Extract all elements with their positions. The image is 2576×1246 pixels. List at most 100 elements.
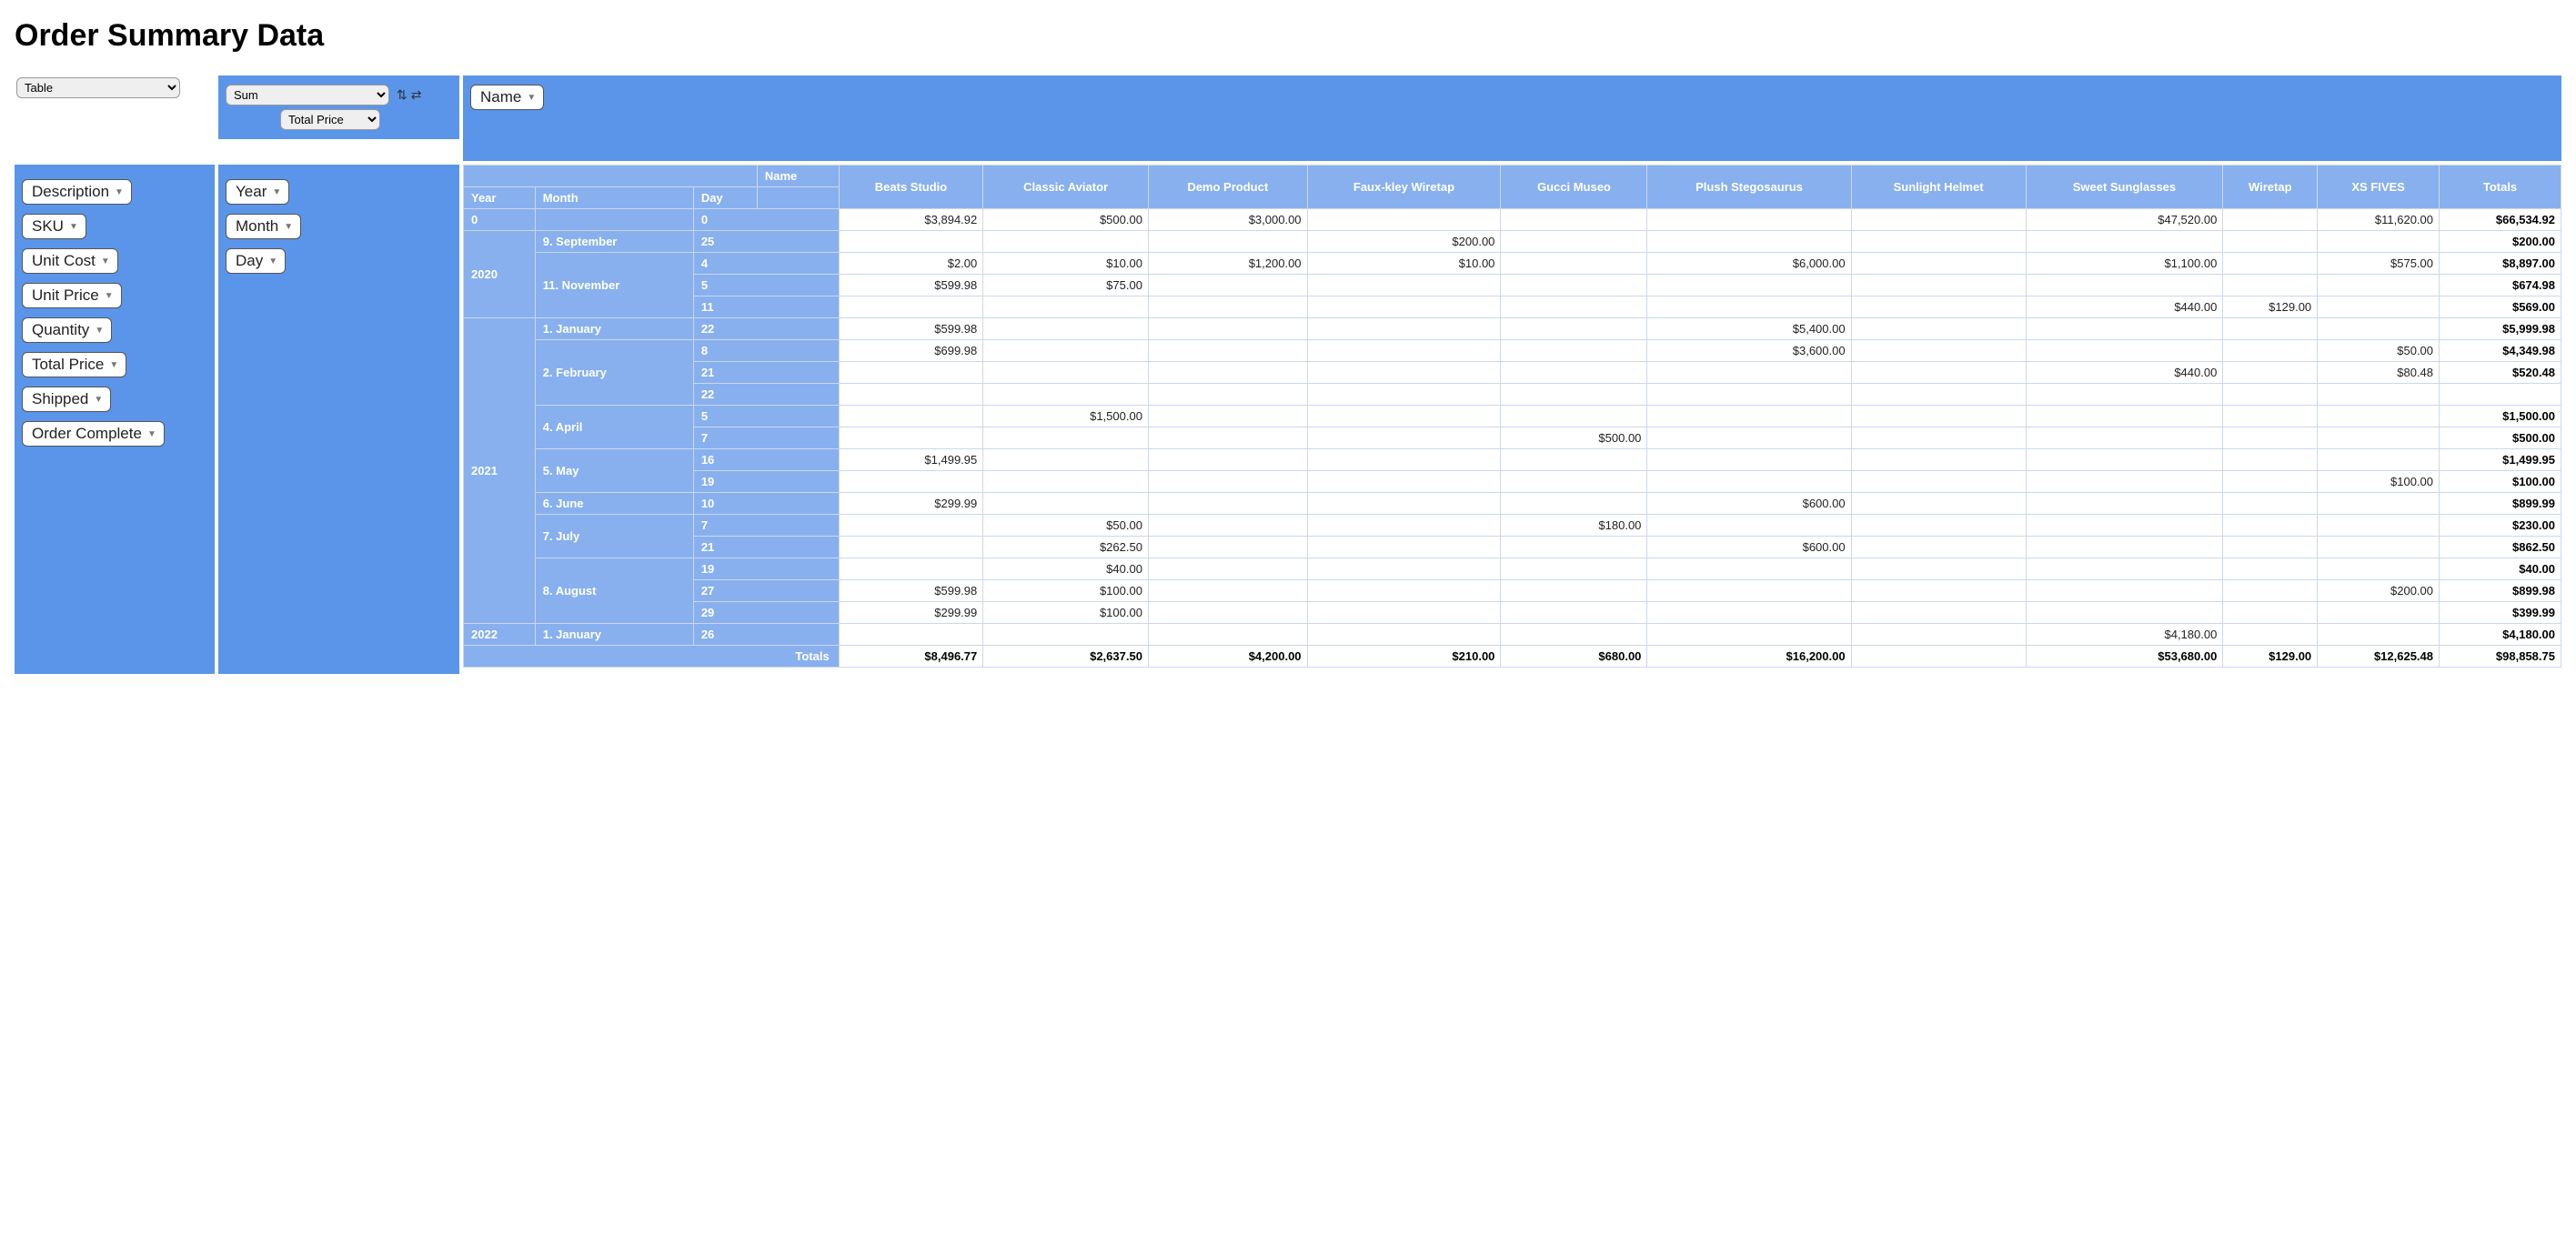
table-row: 20221. January26$4,180.00$4,180.00 [464,624,2561,646]
row-header-year[interactable]: 0 [464,209,536,231]
row-total: $399.99 [2440,602,2561,624]
col-header[interactable]: Sweet Sunglasses [2026,166,2223,209]
cell: $575.00 [2318,253,2440,275]
row-header-day[interactable]: 21 [693,362,839,384]
cell: $440.00 [2026,362,2223,384]
cell: $200.00 [2318,580,2440,602]
row-header-day[interactable]: 29 [693,602,839,624]
row-header-day[interactable]: 5 [693,275,839,296]
unused-fields-panel[interactable]: Description▼ SKU▼ Unit Cost▼ Unit Price▼ Qua… [15,165,215,674]
cell: $50.00 [2318,340,2440,362]
renderer-select[interactable]: Table [16,77,180,98]
cell: $3,894.92 [839,209,983,231]
row-header-day[interactable]: 22 [693,384,839,406]
unused-field-pill[interactable]: SKU▼ [22,214,86,239]
unused-field-pill[interactable]: Unit Price▼ [22,283,122,308]
cell [1307,406,1501,427]
row-header-month[interactable]: 9. September [535,231,693,253]
row-header-day[interactable]: 27 [693,580,839,602]
row-header-year[interactable]: 2020 [464,231,536,318]
row-header-day[interactable]: 8 [693,340,839,362]
cell [1647,515,1851,537]
row-header-day[interactable]: 19 [693,558,839,580]
unused-field-pill[interactable]: Quantity▼ [22,317,112,343]
totals-row-header: Totals [464,646,840,668]
unused-field-pill[interactable]: Description▼ [22,179,132,205]
cell [2223,340,2318,362]
col-header[interactable]: Gucci Museo [1501,166,1647,209]
row-fields-panel[interactable]: Year▼ Month▼ Day▼ [218,165,459,674]
cell [1307,318,1501,340]
col-header[interactable]: Wiretap [2223,166,2318,209]
cell [1148,384,1307,406]
column-drop-area[interactable]: Name ▼ [463,75,2561,161]
row-header-day[interactable]: 7 [693,515,839,537]
cell [1148,493,1307,515]
col-field-pill-name[interactable]: Name ▼ [470,85,544,110]
row-header-day[interactable]: 22 [693,318,839,340]
cell [1851,384,2026,406]
row-header-day[interactable]: 0 [693,209,839,231]
row-header-day[interactable]: 16 [693,449,839,471]
cell [983,449,1149,471]
row-header-month[interactable]: 11. November [535,253,693,318]
cell [1307,580,1501,602]
col-header[interactable]: Beats Studio [839,166,983,209]
cell: $3,000.00 [1148,209,1307,231]
cell [1647,406,1851,427]
unused-field-pill[interactable]: Order Complete▼ [22,421,165,447]
table-row: 27$599.98$100.00$200.00$899.98 [464,580,2561,602]
row-header-day[interactable]: 10 [693,493,839,515]
row-header-month[interactable]: 7. July [535,515,693,558]
row-header-month[interactable]: 5. May [535,449,693,493]
sort-row-icon[interactable]: ⇅ [397,87,408,103]
table-row: 22 [464,384,2561,406]
col-total: $8,496.77 [839,646,983,668]
row-header-day[interactable]: 7 [693,427,839,449]
col-header[interactable]: Sunlight Helmet [1851,166,2026,209]
aggregator-select[interactable]: Sum [226,85,389,106]
row-field-pill[interactable]: Year▼ [226,179,289,205]
cell [1148,427,1307,449]
col-header[interactable]: XS FIVES [2318,166,2440,209]
cell [1501,318,1647,340]
cell [1501,406,1647,427]
row-header-year[interactable]: 2022 [464,624,536,646]
col-header[interactable]: Demo Product [1148,166,1307,209]
row-total: $1,499.95 [2440,449,2561,471]
unused-field-pill[interactable]: Unit Cost▼ [22,248,118,274]
sort-col-icon[interactable]: ⇄ [411,87,422,103]
col-header[interactable]: Classic Aviator [983,166,1149,209]
row-header-month[interactable]: 1. January [535,624,693,646]
row-header-day[interactable]: 4 [693,253,839,275]
row-header-month[interactable]: 8. August [535,558,693,624]
cell [1148,471,1307,493]
row-header-month[interactable] [535,209,693,231]
row-total: $4,349.98 [2440,340,2561,362]
row-header-year[interactable]: 2021 [464,318,536,624]
row-header-month[interactable]: 6. June [535,493,693,515]
row-total: $674.98 [2440,275,2561,296]
row-header-day[interactable]: 21 [693,537,839,558]
col-header[interactable]: Faux-kley Wiretap [1307,166,1501,209]
row-header-day[interactable]: 25 [693,231,839,253]
cell [1148,296,1307,318]
col-header[interactable]: Plush Stegosaurus [1647,166,1851,209]
sort-arrows[interactable]: ⇅ ⇄ [397,87,421,103]
row-field-pill[interactable]: Month▼ [226,214,301,239]
table-row: 4. April5$1,500.00$1,500.00 [464,406,2561,427]
row-header-day[interactable]: 5 [693,406,839,427]
cell: $1,499.95 [839,449,983,471]
unused-field-pill[interactable]: Shipped▼ [22,387,111,412]
row-field-pill[interactable]: Day▼ [226,248,286,274]
row-header-month[interactable]: 4. April [535,406,693,449]
value-field-select[interactable]: Total Price [280,109,380,130]
row-header-month[interactable]: 2. February [535,340,693,406]
row-header-month[interactable]: 1. January [535,318,693,340]
pivot-table: NameBeats StudioClassic AviatorDemo Prod… [463,165,2561,668]
row-header-day[interactable]: 26 [693,624,839,646]
row-header-day[interactable]: 11 [693,296,839,318]
unused-field-pill[interactable]: Total Price▼ [22,352,126,377]
cell: $299.99 [839,602,983,624]
row-header-day[interactable]: 19 [693,471,839,493]
